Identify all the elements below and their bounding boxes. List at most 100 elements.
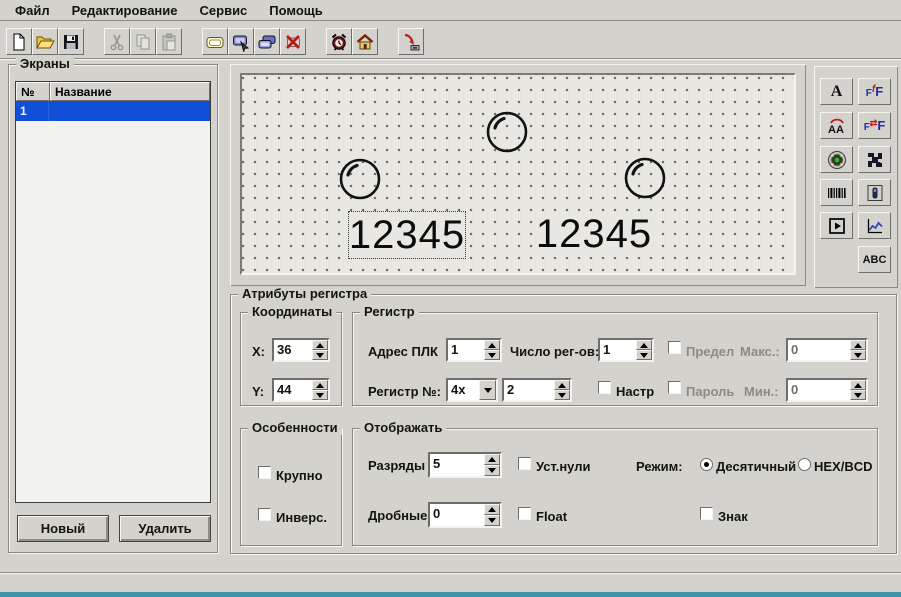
register-display-widget[interactable]: 12345 [536,212,652,257]
plc-address-spinner[interactable]: 1 [446,338,502,362]
save-button[interactable] [58,28,84,55]
x-label: X: [252,344,265,359]
dropdown-arrow-icon[interactable] [479,380,496,400]
register-type-dropdown[interactable]: 4x [446,378,498,402]
menu-service[interactable]: Сервис [189,3,259,18]
spin-down-icon[interactable] [484,350,500,360]
screen-row-number: 1 [16,101,49,121]
tool-image-button[interactable] [858,146,891,173]
fraction-spinner[interactable]: 0 [428,502,502,528]
menu-file[interactable]: Файл [4,3,61,18]
spin-up-icon[interactable] [554,380,570,390]
spin-down-icon[interactable] [554,390,570,400]
cut-scissors-icon [110,34,124,50]
spin-up-icon[interactable] [312,380,328,390]
digits-spinner[interactable]: 5 [428,452,502,478]
tool-lamp-button[interactable] [820,146,853,173]
new-file-button[interactable] [6,28,32,55]
y-coordinate-spinner[interactable]: 44 [272,378,330,402]
tool-function-value-button[interactable]: FfF [858,78,891,105]
tool-trend-button[interactable] [858,212,891,239]
register-attributes-title: Атрибуты регистра [238,286,372,301]
limit-checkbox[interactable] [668,341,681,354]
large-checkbox[interactable] [258,466,271,479]
paste-button[interactable] [156,28,182,55]
spin-up-icon[interactable] [850,340,866,350]
paste-icon [162,33,176,50]
float-checkbox[interactable] [518,507,531,520]
x-coordinate-spinner[interactable]: 36 [272,338,330,362]
tune-checkbox[interactable] [598,381,611,394]
register-count-spinner[interactable]: 1 [598,338,654,362]
decimal-radio[interactable] [700,458,713,471]
spin-down-icon[interactable] [636,350,652,360]
download-button[interactable] [398,28,424,55]
digits-label: Разряды [368,458,426,473]
spin-up-icon[interactable] [484,340,500,350]
tool-static-text-button[interactable]: A [820,78,853,105]
spin-up-icon[interactable] [312,340,328,350]
delete-screen-button[interactable] [280,28,306,55]
column-header-name[interactable]: Название [50,82,210,101]
download-to-device-icon [404,33,420,50]
spinner-buttons[interactable] [312,380,328,400]
register-number-label: Регистр №: [368,384,441,399]
spin-down-icon[interactable] [312,350,328,360]
screen-canvas[interactable]: 12345 12345 [240,73,796,275]
copy-button[interactable] [130,28,156,55]
register-display-widget-selected[interactable]: 12345 [348,211,466,259]
copy-icon [136,34,150,49]
inverse-checkbox[interactable] [258,508,271,521]
new-screen-list-button[interactable]: Новый [17,515,109,542]
spin-up-icon[interactable] [850,380,866,390]
screen-row-1[interactable]: 1 [16,101,210,121]
alarms-button[interactable] [326,28,352,55]
spinner-buttons[interactable] [312,340,328,360]
features-title: Особенности [248,420,342,435]
spin-down-icon[interactable] [484,515,500,526]
spin-down-icon[interactable] [312,390,328,400]
indicator-lamp-widget[interactable] [338,157,382,201]
tool-abc-text-button[interactable]: ABC [858,246,891,273]
home-icon [356,33,374,49]
tool-dynamic-value-button[interactable]: F⇄F [858,112,891,139]
spin-down-icon[interactable] [850,350,866,360]
spin-up-icon[interactable] [484,504,500,515]
indicator-lamp-widget[interactable] [485,110,529,154]
password-checkbox[interactable] [668,381,681,394]
home-button[interactable] [352,28,378,55]
screen-list-button[interactable] [254,28,280,55]
menu-edit[interactable]: Редактирование [61,3,189,18]
screens-table[interactable]: № Название 1 [15,81,211,503]
spin-down-icon[interactable] [484,465,500,476]
spin-up-icon[interactable] [484,454,500,465]
hexbcd-label: HEX/BCD [814,459,873,474]
column-header-number[interactable]: № [16,82,50,101]
register-number-spinner[interactable]: 2 [502,378,572,402]
menu-help[interactable]: Помощь [258,3,333,18]
min-value-spinner[interactable]: 0 [786,378,868,402]
tool-switch-button[interactable] [858,179,891,206]
tool-pushbutton-button[interactable] [820,212,853,239]
cut-button[interactable] [104,28,130,55]
sign-checkbox[interactable] [700,507,713,520]
spin-up-icon[interactable] [636,340,652,350]
marquee-text-icon: АА [828,118,843,136]
decimal-label: Десятичный [716,459,797,474]
spin-down-icon[interactable] [850,390,866,400]
password-label: Пароль [686,384,735,399]
inverse-label: Инверс. [276,510,328,525]
open-file-button[interactable] [32,28,58,55]
display-title: Отображать [360,420,447,435]
delete-screen-list-button[interactable]: Удалить [119,515,211,542]
max-value-spinner[interactable]: 0 [786,338,868,362]
y-label: Y: [252,384,265,399]
screen-properties-button[interactable] [228,28,254,55]
tool-marquee-text-button[interactable]: АА [820,112,853,139]
leading-zeros-checkbox[interactable] [518,457,531,470]
new-screen-button[interactable] [202,28,228,55]
indicator-lamp-widget[interactable] [623,156,667,200]
hexbcd-radio[interactable] [798,458,811,471]
display-group: Отображать [352,420,878,546]
tool-barcode-button[interactable] [820,179,853,206]
